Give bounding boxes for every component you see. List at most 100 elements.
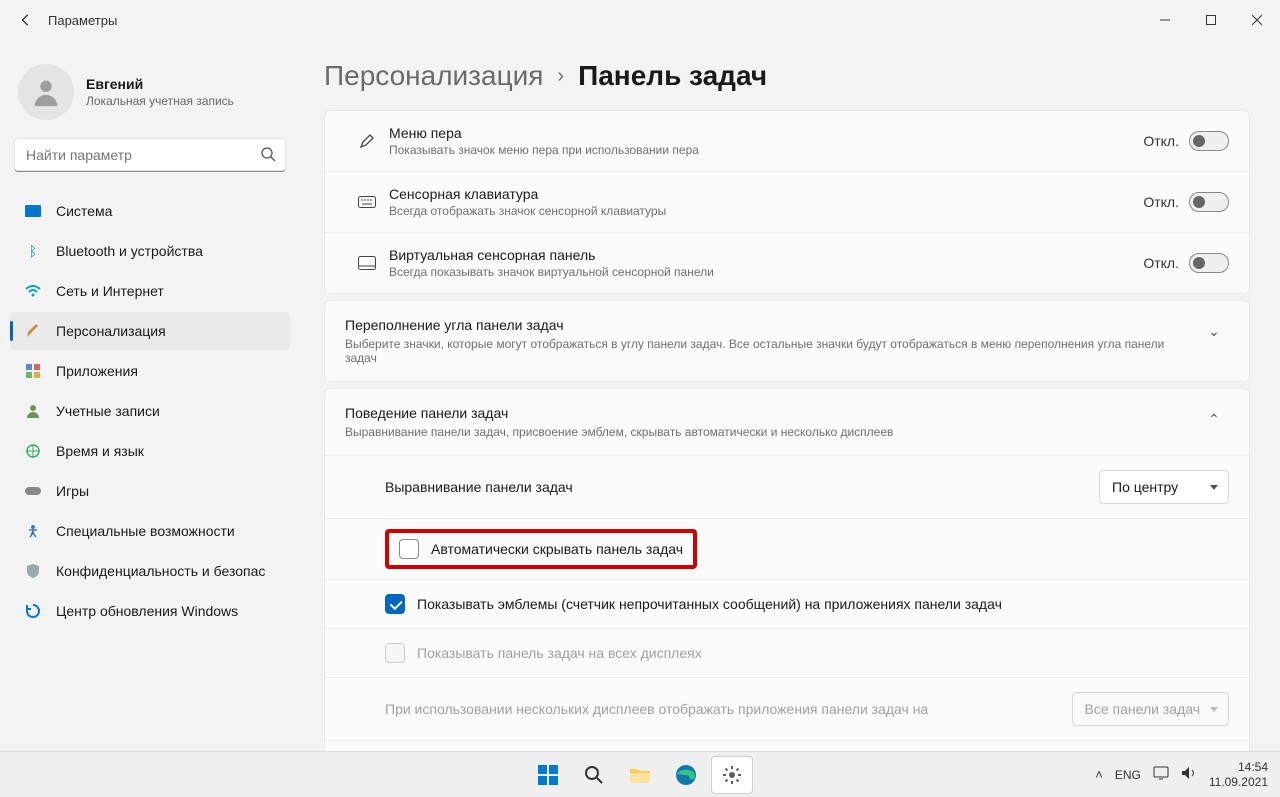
nav-system[interactable]: Система: [10, 192, 290, 230]
pen-icon: [345, 132, 389, 150]
nav-label: Конфиденциальность и безопас: [56, 563, 265, 579]
pen-menu-row: Меню пера Показывать значок меню пера пр…: [325, 111, 1249, 172]
search-box: [14, 138, 286, 172]
multi-show-checkbox: [385, 643, 405, 663]
nav-time[interactable]: Время и язык: [10, 432, 290, 470]
nav-accessibility[interactable]: Специальные возможности: [10, 512, 290, 550]
wifi-icon: [24, 282, 42, 300]
multi-apps-select: Все панели задач: [1072, 692, 1229, 726]
nav-label: Центр обновления Windows: [56, 603, 238, 619]
row-title: Сенсорная клавиатура: [389, 186, 1143, 202]
touchkb-toggle[interactable]: [1189, 192, 1229, 212]
minimize-button[interactable]: [1142, 4, 1188, 36]
window-title: Параметры: [48, 13, 117, 28]
shield-icon: [24, 562, 42, 580]
toggle-state: Откл.: [1143, 194, 1179, 210]
tray-time: 14:54: [1209, 760, 1268, 774]
taskbar: ˄ ENG 14:54 11.09.2021: [0, 751, 1280, 797]
nav-bluetooth[interactable]: ᛒ Bluetooth и устройства: [10, 232, 290, 270]
nav-label: Время и язык: [56, 443, 144, 459]
start-button[interactable]: [527, 756, 569, 794]
tray-language[interactable]: ENG: [1115, 768, 1141, 782]
row-desc: Всегда отображать значок сенсорной клави…: [389, 204, 1143, 218]
multi-apps-row: При использовании нескольких дисплеев от…: [325, 678, 1249, 741]
settings-window: Параметры Евгений Локальная учетная запи…: [0, 0, 1280, 797]
breadcrumb-parent[interactable]: Персонализация: [324, 60, 543, 92]
chevron-down-icon: ⌄: [1199, 317, 1229, 340]
brush-icon: [24, 322, 42, 340]
expander-desc: Выравнивание панели задач, присвоение эм…: [345, 425, 1199, 439]
nav-network[interactable]: Сеть и Интернет: [10, 272, 290, 310]
alignment-label: Выравнивание панели задач: [385, 479, 1099, 495]
highlight-annotation: Автоматически скрывать панель задач: [385, 529, 697, 569]
person-icon: [24, 402, 42, 420]
overflow-expander[interactable]: Переполнение угла панели задач Выберите …: [324, 300, 1250, 382]
taskbar-edge[interactable]: [665, 756, 707, 794]
tray-volume-icon[interactable]: [1181, 766, 1197, 783]
nav-personalization[interactable]: Персонализация: [10, 312, 290, 350]
main-content: Персонализация › Панель задач Меню пера …: [300, 40, 1280, 751]
badges-label: Показывать эмблемы (счетчик непрочитанны…: [417, 596, 1002, 612]
nav-accounts[interactable]: Учетные записи: [10, 392, 290, 430]
touch-keyboard-row: Сенсорная клавиатура Всегда отображать з…: [325, 172, 1249, 233]
badges-row: Показывать эмблемы (счетчик непрочитанны…: [325, 580, 1249, 629]
alignment-select[interactable]: По центру: [1099, 470, 1229, 504]
taskbar-explorer[interactable]: [619, 756, 661, 794]
globe-icon: [24, 442, 42, 460]
behavior-header[interactable]: Поведение панели задач Выравнивание пане…: [325, 389, 1249, 455]
chevron-up-icon: ⌃: [1199, 405, 1229, 428]
taskbar-search[interactable]: [573, 756, 615, 794]
tray-date: 11.09.2021: [1209, 775, 1268, 789]
tray-chevron-icon[interactable]: ˄: [1095, 767, 1103, 782]
pen-toggle[interactable]: [1189, 131, 1229, 151]
taskbar-settings[interactable]: [711, 756, 753, 794]
tray-clock[interactable]: 14:54 11.09.2021: [1209, 760, 1268, 789]
nav-label: Bluetooth и устройства: [56, 243, 203, 259]
nav-apps[interactable]: Приложения: [10, 352, 290, 390]
taskbar-center: [527, 756, 753, 794]
sidebar: Евгений Локальная учетная запись Система…: [0, 40, 300, 751]
avatar: [18, 64, 74, 120]
expander-desc: Выберите значки, которые могут отображат…: [345, 337, 1199, 365]
close-button[interactable]: [1234, 4, 1280, 36]
display-icon: [24, 202, 42, 220]
multi-apps-label: При использовании нескольких дисплеев от…: [385, 701, 1072, 717]
row-title: Виртуальная сенсорная панель: [389, 247, 1143, 263]
badges-checkbox[interactable]: [385, 594, 405, 614]
profile-sub: Локальная учетная запись: [86, 94, 234, 108]
tray-network-icon[interactable]: [1153, 766, 1169, 783]
multi-show-row: Показывать панель задач на всех дисплеях: [325, 629, 1249, 678]
profile-name: Евгений: [86, 76, 234, 92]
multi-show-label: Показывать панель задач на всех дисплеях: [417, 645, 702, 661]
nav-update[interactable]: Центр обновления Windows: [10, 592, 290, 630]
back-button[interactable]: [12, 6, 40, 34]
auto-hide-checkbox[interactable]: [399, 539, 419, 559]
nav-label: Сеть и Интернет: [56, 283, 164, 299]
search-icon: [260, 146, 276, 167]
auto-hide-row: Автоматически скрывать панель задач: [325, 519, 1249, 580]
nav-privacy[interactable]: Конфиденциальность и безопас: [10, 552, 290, 590]
nav-label: Игры: [56, 483, 89, 499]
update-icon: [24, 602, 42, 620]
chevron-right-icon: ›: [557, 65, 564, 88]
system-tray: ˄ ENG 14:54 11.09.2021: [1095, 760, 1280, 789]
toggle-state: Откл.: [1143, 133, 1179, 149]
search-input[interactable]: [14, 138, 286, 172]
nav-label: Персонализация: [56, 323, 166, 339]
nav-label: Система: [56, 203, 112, 219]
vtouch-toggle[interactable]: [1189, 253, 1229, 273]
bluetooth-icon: ᛒ: [24, 242, 42, 260]
titlebar: Параметры: [0, 0, 1280, 40]
expander-title: Переполнение угла панели задач: [345, 317, 1199, 333]
maximize-button[interactable]: [1188, 4, 1234, 36]
keyboard-icon: [345, 196, 389, 208]
apps-icon: [24, 362, 42, 380]
nav-gaming[interactable]: Игры: [10, 472, 290, 510]
profile-block[interactable]: Евгений Локальная учетная запись: [10, 40, 290, 138]
virtual-touchpad-row: Виртуальная сенсорная панель Всегда пока…: [325, 233, 1249, 293]
auto-hide-label: Автоматически скрывать панель задач: [431, 541, 683, 557]
nav-label: Учетные записи: [56, 403, 160, 419]
touchpad-icon: [345, 256, 389, 270]
far-corner-row: Щелкните в дальнем углу панели задач, чт…: [325, 741, 1249, 751]
nav-label: Приложения: [56, 363, 138, 379]
